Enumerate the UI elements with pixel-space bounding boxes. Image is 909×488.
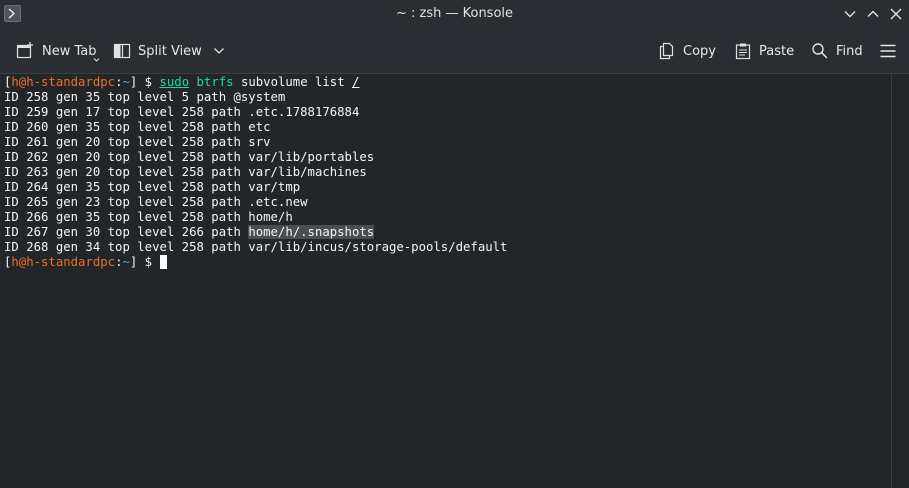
output-line: ID 268 gen 34 top level 258 path var/lib…	[4, 240, 508, 254]
command-path-arg: /	[352, 75, 360, 89]
output-line: ID 259 gen 17 top level 258 path .etc.17…	[4, 105, 360, 119]
output-line: ID 263 gen 20 top level 258 path var/lib…	[4, 165, 367, 179]
minimize-button[interactable]	[842, 6, 858, 22]
prompt-dollar: $	[137, 255, 160, 269]
new-tab-label: New Tab	[42, 43, 97, 59]
prompt-cwd: ~	[122, 255, 130, 269]
chevron-down-icon	[844, 11, 856, 18]
text-cursor[interactable]	[159, 255, 167, 269]
new-tab-icon	[16, 42, 33, 59]
command-args: subvolume list	[240, 75, 345, 89]
konsole-window: ~ : zsh — Konsole New Tab Split View Cop…	[0, 0, 909, 488]
title-bar[interactable]: ~ : zsh — Konsole	[0, 0, 909, 29]
prompt-user: h@h-standardpc	[11, 255, 116, 269]
prompt-line: [h@h-standardpc:~] $ sudo btrfs subvolum…	[4, 75, 359, 90]
output-line-selected: ID 267 gen 30 top level 266 path home/h/…	[4, 225, 375, 240]
output-line: ID 265 gen 23 top level 258 path .etc.ne…	[4, 195, 308, 209]
output-line: ID 258 gen 35 top level 5 path @system	[4, 90, 286, 104]
find-button[interactable]: Find	[811, 29, 863, 73]
paste-button[interactable]: Paste	[734, 29, 794, 73]
split-view-label: Split View	[138, 43, 202, 59]
search-icon	[812, 43, 828, 59]
paste-label: Paste	[759, 43, 795, 59]
toolbar: New Tab Split View Copy Paste Find	[0, 29, 909, 74]
chevron-down-icon	[213, 48, 224, 54]
chevron-up-icon	[867, 10, 879, 17]
window-title: ~ : zsh — Konsole	[395, 6, 514, 21]
output-line: ID 264 gen 35 top level 258 path var/tmp	[4, 180, 301, 194]
output-line-prefix: ID 267 gen 30 top level 266 path	[4, 225, 249, 239]
find-label: Find	[836, 43, 863, 59]
prompt-user: h@h-standardpc	[11, 75, 116, 89]
output-line: ID 260 gen 35 top level 258 path etc	[4, 120, 271, 134]
copy-label: Copy	[683, 43, 716, 59]
close-icon	[890, 8, 902, 20]
chevron-down-small-icon	[93, 58, 100, 62]
new-tab-button[interactable]: New Tab	[15, 29, 100, 73]
output-line: ID 266 gen 35 top level 258 path home/h	[4, 210, 293, 224]
hamburger-menu-button[interactable]	[879, 29, 897, 73]
copy-button[interactable]: Copy	[658, 29, 716, 73]
paste-icon	[735, 43, 751, 60]
prompt-cwd: ~	[122, 75, 130, 89]
split-view-icon	[113, 43, 131, 59]
terminal-view[interactable]: [h@h-standardpc:~] $ sudo btrfs subvolum…	[0, 74, 891, 488]
output-line: ID 262 gen 20 top level 258 path var/lib…	[4, 150, 375, 164]
close-button[interactable]	[888, 6, 904, 22]
hamburger-menu-icon	[880, 44, 896, 58]
vertical-scrollbar[interactable]	[891, 74, 909, 488]
maximize-button[interactable]	[865, 6, 881, 22]
command-btrfs: btrfs	[196, 75, 234, 89]
prompt-line-current: [h@h-standardpc:~] $	[4, 255, 167, 270]
copy-icon	[659, 42, 674, 60]
prompt-dollar: $	[137, 75, 160, 89]
output-line: ID 261 gen 20 top level 258 path srv	[4, 135, 271, 149]
split-view-button[interactable]: Split View	[113, 29, 225, 73]
command-sudo: sudo	[159, 75, 190, 89]
text-selection[interactable]: home/h/.snapshots	[248, 225, 375, 239]
